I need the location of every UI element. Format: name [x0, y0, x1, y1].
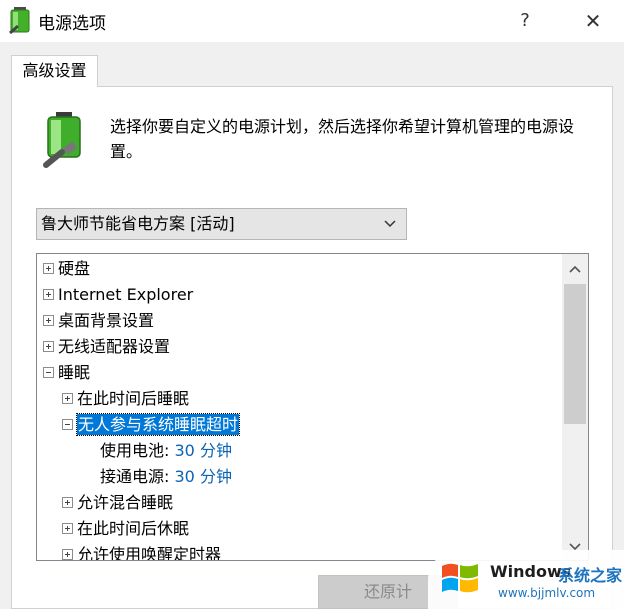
scrollbar-thumb[interactable]: [564, 284, 586, 424]
tree-item[interactable]: Internet Explorer: [43, 282, 193, 308]
expand-plus-icon[interactable]: [43, 341, 54, 352]
description-text: 选择你要自定义的电源计划，然后选择你希望计算机管理的电源设置。: [110, 117, 575, 161]
expand-plus-icon[interactable]: [62, 393, 73, 404]
setting-plugged-in[interactable]: 接通电源: 30 分钟: [100, 464, 232, 490]
watermark-logo: Windows 系统之家 www.bjjmlv.com: [428, 550, 624, 609]
setting-on-battery[interactable]: 使用电池: 30 分钟: [100, 438, 232, 464]
expand-plus-icon[interactable]: [62, 523, 73, 534]
tree-item[interactable]: 桌面背景设置: [43, 308, 154, 334]
setting-label: 使用电池:: [100, 441, 170, 460]
vertical-scrollbar[interactable]: [562, 254, 588, 560]
power-settings-tree[interactable]: 硬盘 Internet Explorer 桌面背景设置 无线适配器设置 睡眠 在…: [36, 253, 589, 561]
collapse-minus-icon[interactable]: [43, 367, 54, 378]
tree-item[interactable]: 在此时间后睡眠: [62, 386, 189, 412]
title-bar: 电源选项 ? ✕: [0, 0, 624, 42]
help-button[interactable]: ?: [505, 4, 545, 38]
tree-item-label: 在此时间后睡眠: [77, 389, 190, 408]
windows-logo-icon: [442, 563, 478, 593]
tree-item-label: 无人参与系统睡眠超时: [75, 413, 241, 436]
setting-value-link[interactable]: 30 分钟: [175, 441, 232, 460]
watermark-site: 系统之家: [558, 566, 623, 585]
setting-value-link[interactable]: 30 分钟: [175, 467, 232, 486]
expand-plus-icon[interactable]: [43, 263, 54, 274]
tree-item-label: 允许使用唤醒定时器: [77, 545, 222, 561]
tree-item[interactable]: 允许使用唤醒定时器: [62, 542, 222, 561]
expand-plus-icon[interactable]: [43, 289, 54, 300]
watermark-url: www.bjjmlv.com: [498, 586, 596, 600]
expand-plus-icon[interactable]: [62, 549, 73, 560]
expand-plus-icon[interactable]: [43, 315, 54, 326]
scroll-up-arrow-icon[interactable]: [562, 258, 588, 282]
tree-item[interactable]: 无线适配器设置: [43, 334, 170, 360]
tree-item-label: 在此时间后休眠: [77, 519, 190, 538]
tree-item-selected[interactable]: 无人参与系统睡眠超时: [62, 412, 241, 438]
power-plan-dropdown[interactable]: 鲁大师节能省电方案 [活动]: [36, 208, 407, 240]
battery-plug-icon: [9, 7, 30, 34]
tree-item-label: 桌面背景设置: [58, 311, 155, 330]
tree-item-label: 无线适配器设置: [58, 337, 171, 356]
tree-item[interactable]: 在此时间后休眠: [62, 516, 189, 542]
tree-item-label: 允许混合睡眠: [77, 493, 174, 512]
tree-item-label: Internet Explorer: [58, 285, 194, 304]
tree-item-label: 硬盘: [58, 259, 91, 278]
tab-advanced-settings[interactable]: 高级设置: [11, 55, 98, 87]
collapse-minus-icon[interactable]: [62, 419, 73, 430]
power-battery-icon: [43, 112, 81, 168]
close-button[interactable]: ✕: [568, 4, 618, 38]
power-plan-value: 鲁大师节能省电方案 [活动]: [41, 214, 235, 233]
expand-plus-icon[interactable]: [62, 497, 73, 508]
setting-label: 接通电源:: [100, 467, 170, 486]
tree-item[interactable]: 允许混合睡眠: [62, 490, 173, 516]
tree-item-label: 睡眠: [58, 363, 91, 382]
chevron-down-icon: [384, 220, 396, 228]
tree-item[interactable]: 硬盘: [43, 256, 90, 282]
window-title: 电源选项: [38, 14, 106, 34]
tree-item[interactable]: 睡眠: [43, 360, 90, 386]
